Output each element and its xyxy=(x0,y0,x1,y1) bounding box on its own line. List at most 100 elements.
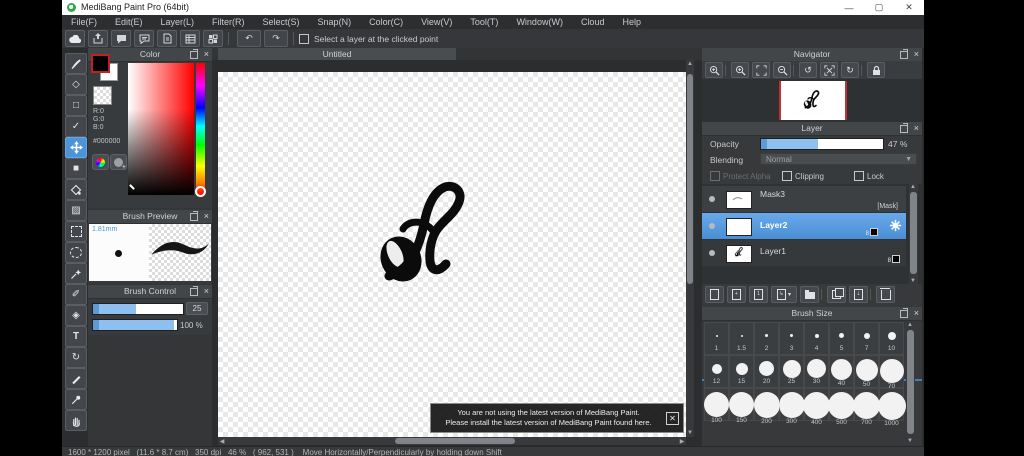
popout-icon[interactable] xyxy=(190,286,198,296)
color-wheel-button[interactable] xyxy=(92,154,109,170)
menu-color[interactable]: Color(C) xyxy=(360,15,412,29)
lock-checkbox[interactable]: Lock xyxy=(854,171,884,181)
select-eraser-tool[interactable]: ◈ xyxy=(65,305,87,326)
horizontal-scroll-thumb[interactable] xyxy=(395,438,515,444)
close-icon[interactable]: × xyxy=(204,210,209,223)
brush-size-option[interactable]: 700 xyxy=(853,388,880,426)
redo-icon[interactable]: ↷ xyxy=(264,30,288,47)
undo-icon[interactable]: ↶ xyxy=(237,30,261,47)
layer-list-scrollbar[interactable]: ▲ ▼ xyxy=(909,184,918,284)
menu-window[interactable]: Window(W) xyxy=(507,15,572,29)
visibility-icon[interactable] xyxy=(709,196,715,202)
new-layer-icon[interactable] xyxy=(705,285,724,303)
fit-screen-icon[interactable] xyxy=(752,62,770,78)
divide-tool[interactable] xyxy=(65,368,87,389)
brush-size-option[interactable]: 40 xyxy=(829,355,854,388)
select-layer-checkbox[interactable] xyxy=(299,33,309,44)
palette-button[interactable] xyxy=(110,154,127,171)
merge-layer-icon[interactable]: ⇣ xyxy=(849,285,868,303)
layer-opacity-slider[interactable] xyxy=(760,138,884,150)
popout-icon[interactable] xyxy=(900,308,908,318)
scroll-right-icon[interactable]: ▶ xyxy=(678,438,686,445)
reset-view-icon[interactable] xyxy=(820,62,838,78)
visibility-icon[interactable] xyxy=(709,223,715,229)
scroll-down-icon[interactable]: ▼ xyxy=(686,430,694,436)
rotate-tool[interactable]: ↻ xyxy=(65,347,87,368)
scroll-up-icon[interactable]: ▲ xyxy=(906,322,914,328)
bucket-tool[interactable] xyxy=(65,179,87,200)
lock-icon[interactable] xyxy=(867,62,885,78)
document-icon[interactable] xyxy=(157,30,177,47)
eraser-tool[interactable]: ◇ xyxy=(65,74,87,95)
zoom-in-icon[interactable] xyxy=(731,62,749,78)
clipping-checkbox[interactable]: Clipping xyxy=(782,171,824,181)
layer-settings-gear-icon[interactable] xyxy=(889,219,902,232)
navigator-preview-area[interactable] xyxy=(702,79,922,122)
brush-size-scrollbar[interactable]: ▲ ▼ xyxy=(906,322,915,444)
brush-size-scroll-thumb[interactable] xyxy=(907,330,914,434)
brush-size-option[interactable]: 7 xyxy=(854,322,879,355)
saturation-value-picker[interactable] xyxy=(128,63,194,195)
layer-thumbnail[interactable] xyxy=(726,191,752,209)
grid-icon[interactable] xyxy=(203,30,223,47)
canvas[interactable]: You are not using the latest version of … xyxy=(218,72,686,437)
rotate-left-icon[interactable]: ↺ xyxy=(799,62,817,78)
text-tool[interactable]: T xyxy=(65,326,87,347)
protect-alpha-checkbox[interactable]: Protect Alpha xyxy=(710,171,771,181)
add-layer-menu-icon[interactable]: ↳ ▾ xyxy=(771,285,797,303)
hand-tool[interactable] xyxy=(65,410,87,431)
menu-edit[interactable]: Edit(E) xyxy=(106,15,152,29)
scroll-up-icon[interactable]: ▲ xyxy=(686,61,694,67)
brush-size-option[interactable]: 20 xyxy=(754,355,779,388)
transparent-color-swatch[interactable] xyxy=(93,86,112,105)
comment-icon[interactable] xyxy=(111,30,131,47)
magic-wand-tool[interactable] xyxy=(65,263,87,284)
brush-size-option[interactable]: 500 xyxy=(828,388,855,426)
operation-tool[interactable]: ✓ xyxy=(65,116,87,137)
export-icon[interactable] xyxy=(88,30,108,47)
brush-size-option[interactable]: 150 xyxy=(729,388,754,424)
brush-size-option[interactable]: 400 xyxy=(803,388,830,426)
notification-close-icon[interactable]: ✕ xyxy=(666,411,679,425)
zoom-out-icon[interactable] xyxy=(773,62,791,78)
eyedropper-tool[interactable] xyxy=(65,389,87,410)
brush-size-option[interactable]: 300 xyxy=(778,388,805,425)
popout-icon[interactable] xyxy=(900,49,908,59)
list-icon[interactable] xyxy=(180,30,200,47)
dot-tool[interactable]: □ xyxy=(65,95,87,116)
close-icon[interactable]: × xyxy=(914,122,919,135)
brush-size-option[interactable]: 15 xyxy=(729,355,754,388)
menu-snap[interactable]: Snap(N) xyxy=(309,15,361,29)
canvas-horizontal-scrollbar[interactable]: ◀ ▶ xyxy=(218,437,686,445)
vertical-scroll-thumb[interactable] xyxy=(687,74,693,284)
gradient-tool[interactable]: ▨ xyxy=(65,200,87,221)
cloud-icon[interactable] xyxy=(65,30,85,47)
scroll-left-icon[interactable]: ◀ xyxy=(218,438,226,445)
minimize-button[interactable]: — xyxy=(834,0,864,15)
popout-icon[interactable] xyxy=(190,49,198,59)
brush-size-option[interactable]: 70 xyxy=(879,355,904,390)
layer-row-mask3[interactable]: Mask3 [Mask] xyxy=(702,186,906,212)
close-button[interactable]: ✕ xyxy=(894,0,924,15)
brush-size-option[interactable]: 10 xyxy=(879,322,904,355)
brush-size-option[interactable]: 12 xyxy=(704,355,729,388)
brush-size-option[interactable]: 3 xyxy=(779,322,804,355)
zoom-in-icon[interactable] xyxy=(705,62,723,78)
menu-cloud[interactable]: Cloud xyxy=(572,15,614,29)
scroll-down-icon[interactable]: ▼ xyxy=(906,438,914,444)
layer-scroll-thumb[interactable] xyxy=(910,192,917,274)
brush-size-option[interactable]: 5 xyxy=(829,322,854,355)
visibility-icon[interactable] xyxy=(709,250,715,256)
message-icon[interactable] xyxy=(134,30,154,47)
brush-size-slider[interactable] xyxy=(92,303,184,315)
brush-size-option[interactable]: 100 xyxy=(704,388,729,424)
foreground-color-swatch[interactable] xyxy=(91,54,110,73)
brush-opacity-slider[interactable] xyxy=(92,319,178,331)
layer-thumbnail[interactable] xyxy=(726,245,752,263)
brush-size-option[interactable]: 1 xyxy=(704,322,729,355)
brush-size-option[interactable]: 25 xyxy=(779,355,804,388)
popout-icon[interactable] xyxy=(190,211,198,221)
brush-size-option[interactable]: 200 xyxy=(753,388,780,425)
move-tool[interactable] xyxy=(65,137,87,158)
brush-size-option[interactable]: 1.5 xyxy=(729,322,754,355)
